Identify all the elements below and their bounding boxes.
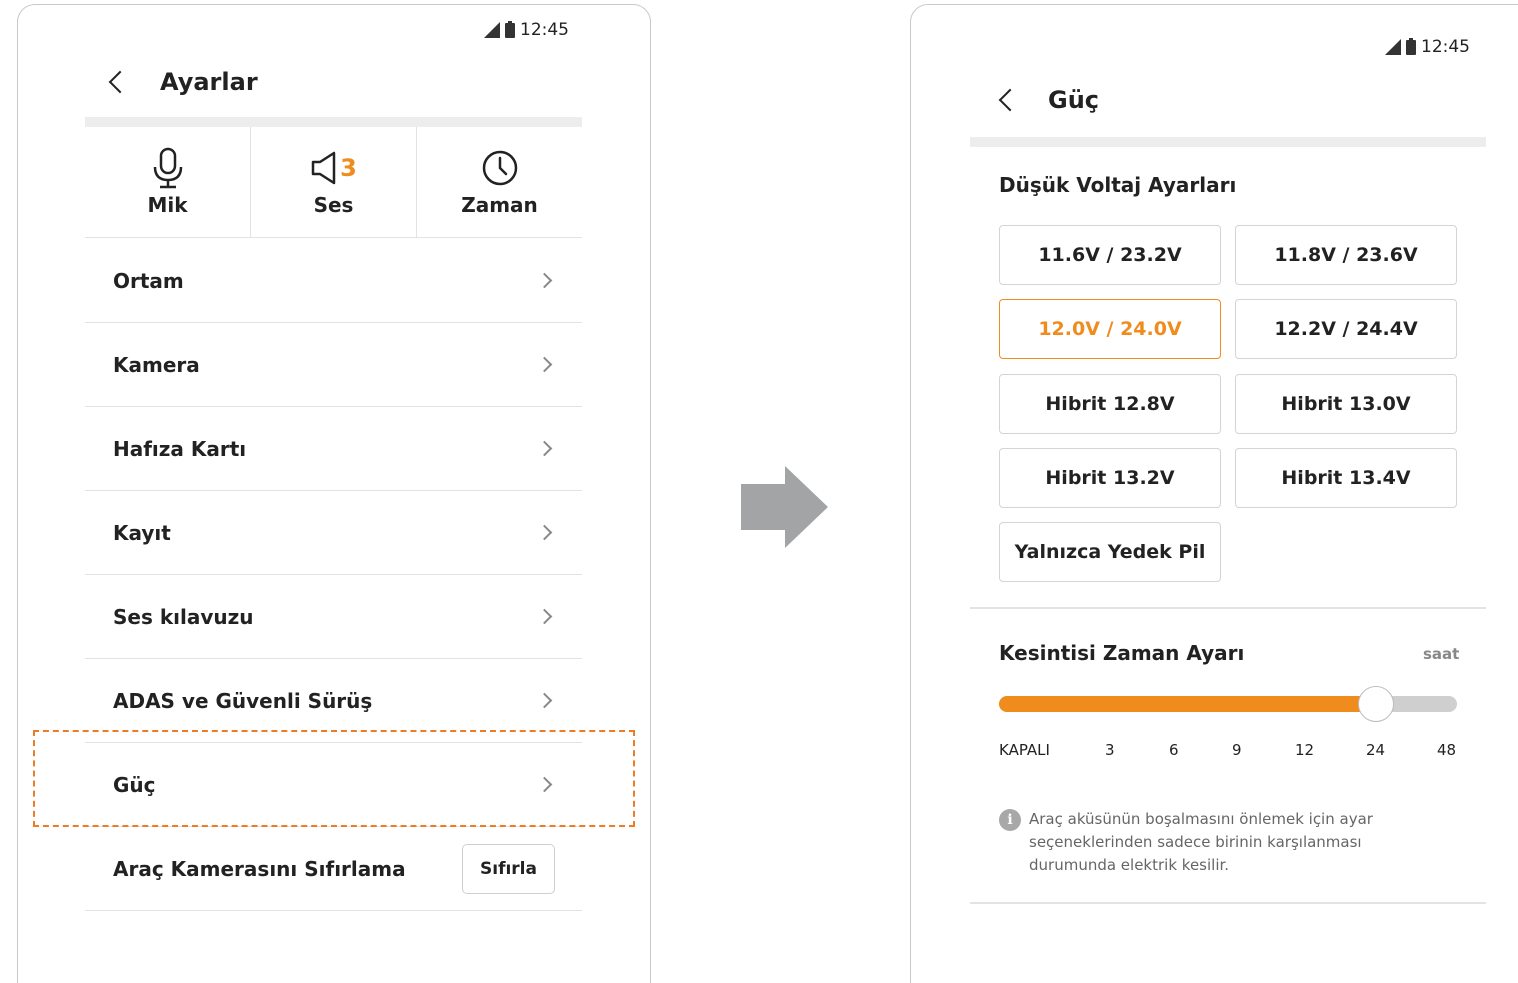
reset-button[interactable]: Sıfırla [462,843,555,894]
tile-time-label: Zaman [461,193,538,217]
right-arrow-icon [740,465,830,553]
highlight-box-guc [33,730,635,827]
clock-icon [481,147,519,189]
menu-item-label: Kamera [113,352,200,377]
info-icon: i [999,809,1021,831]
status-time: 12:45 [1421,37,1470,57]
header-divider [970,137,1486,147]
menu-item-label: Ses kılavuzu [113,604,254,629]
quick-settings-tiles: Mik 3 Ses Zaman [85,127,582,238]
slider-tick-label: 24 [1366,741,1386,759]
chevron-right-icon [536,272,553,289]
speaker-icon: 3 [310,147,357,189]
chevron-right-icon [536,440,553,457]
status-bar-right: 12:45 [1385,37,1470,57]
voltage-option[interactable]: Hibrit 13.2V [999,448,1221,508]
menu-item-kayit[interactable]: Kayıt [85,491,582,575]
slider-handle[interactable] [1357,686,1394,722]
tile-mic-label: Mik [147,193,188,217]
menu-item-label: Ortam [113,268,184,293]
voltage-option[interactable]: 11.6V / 23.2V [999,225,1221,285]
menu-item-ortam[interactable]: Ortam [85,239,582,323]
chevron-right-icon [536,524,553,541]
tile-time[interactable]: Zaman [417,127,582,237]
voltage-option[interactable]: 11.8V / 23.6V [1235,225,1457,285]
settings-header: Ayarlar [108,64,258,100]
tile-mic[interactable]: Mik [85,127,251,237]
menu-item-label: Hafıza Kartı [113,436,247,461]
info-note: i Araç aküsünün boşalmasını önlemek için… [999,809,1419,877]
chevron-right-icon [536,692,553,709]
power-header: Güç [998,82,1100,118]
chevron-right-icon [536,608,553,625]
chevron-right-icon [536,356,553,373]
slider-tick-label: 9 [1232,741,1242,759]
low-voltage-title: Düşük Voltaj Ayarları [999,173,1237,197]
reset-camera-label: Araç Kamerasını Sıfırlama [113,856,406,881]
page-title: Güç [1048,86,1100,114]
slider-tick-label: 12 [1295,741,1315,759]
header-divider [85,117,582,127]
back-arrow-icon[interactable] [998,88,1022,112]
tile-sound-label: Ses [313,193,354,217]
voltage-option[interactable]: Hibrit 13.0V [1235,374,1457,434]
voltage-option-selected[interactable]: 12.0V / 24.0V [999,299,1221,359]
page-title: Ayarlar [160,68,258,96]
signal-icon [1385,39,1401,55]
menu-item-ses-kilavuzu[interactable]: Ses kılavuzu [85,575,582,659]
menu-item-kamera[interactable]: Kamera [85,323,582,407]
tile-sound[interactable]: 3 Ses [251,127,417,237]
slider-tick-label: 6 [1169,741,1179,759]
slider-fill [999,696,1376,712]
info-text: Araç aküsünün boşalmasını önlemek için a… [1029,810,1373,874]
menu-item-label: Kayıt [113,520,171,545]
battery-icon [505,20,515,38]
status-bar-left: 12:45 [484,20,569,40]
voltage-option[interactable]: 12.2V / 24.4V [1235,299,1457,359]
menu-item-label: ADAS ve Güvenli Sürüş [113,688,373,713]
voltage-option[interactable]: Hibrit 13.4V [1235,448,1457,508]
bottom-divider [970,902,1486,904]
slider-tick-label: 3 [1105,741,1115,759]
volume-level-badge: 3 [340,154,357,182]
microphone-icon [151,147,185,189]
reset-camera-row: Araç Kamerasını Sıfırlama Sıfırla [85,827,582,911]
battery-icon [1406,37,1416,55]
cutoff-timer-title: Kesintisi Zaman Ayarı [999,641,1245,665]
voltage-option[interactable]: Hibrit 12.8V [999,374,1221,434]
section-divider [970,607,1486,609]
slider-tick-label: KAPALI [999,741,1050,759]
menu-item-hafiza-karti[interactable]: Hafıza Kartı [85,407,582,491]
status-time: 12:45 [520,20,569,40]
voltage-option[interactable]: Yalnızca Yedek Pil [999,522,1221,582]
timer-unit-label: saat [1423,645,1460,663]
slider-tick-label: 48 [1437,741,1457,759]
signal-icon [484,22,500,38]
back-arrow-icon[interactable] [108,70,132,94]
